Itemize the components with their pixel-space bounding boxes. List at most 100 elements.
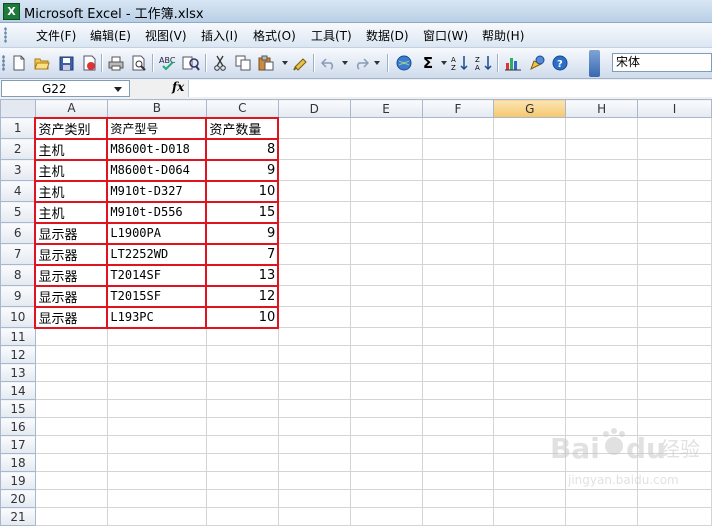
drawing-icon[interactable] [528, 54, 546, 72]
cell-h8[interactable] [565, 264, 639, 286]
cell-c17[interactable] [205, 435, 279, 454]
cell-g11[interactable] [493, 327, 567, 346]
cell-c2[interactable]: 8 [205, 138, 280, 161]
cell-f5[interactable] [421, 201, 495, 223]
cell-d15[interactable] [277, 399, 351, 418]
cell-a8[interactable]: 显示器 [34, 264, 109, 287]
cell-f21[interactable] [421, 507, 495, 526]
cell-h18[interactable] [565, 453, 639, 472]
cell-i6[interactable] [637, 222, 712, 244]
cell-g18[interactable] [493, 453, 567, 472]
cell-c8[interactable]: 13 [205, 264, 280, 287]
cell-d8[interactable] [277, 264, 351, 286]
cell-a3[interactable]: 主机 [34, 159, 109, 182]
cell-d6[interactable] [277, 222, 351, 244]
cell-i16[interactable] [637, 417, 712, 436]
cell-g17[interactable] [493, 435, 567, 454]
name-box-dropdown-icon[interactable] [114, 87, 122, 92]
cell-g4[interactable] [493, 180, 567, 202]
cell-b9[interactable]: T2015SF [106, 285, 208, 308]
cell-a19[interactable] [34, 471, 108, 490]
cell-h4[interactable] [565, 180, 639, 202]
cell-i12[interactable] [637, 345, 712, 364]
cell-g14[interactable] [493, 381, 567, 400]
sort-ascending-icon[interactable]: AZ [451, 54, 469, 72]
cell-h15[interactable] [565, 399, 639, 418]
cell-e21[interactable] [349, 507, 423, 526]
cell-c6[interactable]: 9 [205, 222, 280, 245]
cell-h6[interactable] [565, 222, 639, 244]
cell-c7[interactable]: 7 [205, 243, 280, 266]
cell-a14[interactable] [34, 381, 108, 400]
row-header[interactable]: 7 [0, 243, 36, 265]
menu-file[interactable]: 文件(F) [36, 27, 76, 44]
cell-h10[interactable] [565, 306, 639, 328]
cell-b17[interactable] [106, 435, 207, 454]
print-icon[interactable] [107, 54, 125, 72]
cell-d19[interactable] [277, 471, 351, 490]
cell-f3[interactable] [421, 159, 495, 181]
cell-h1[interactable] [565, 117, 639, 139]
paste-icon[interactable] [257, 54, 275, 72]
select-all-corner[interactable] [0, 99, 36, 118]
cell-a7[interactable]: 显示器 [34, 243, 109, 266]
cell-g1[interactable] [493, 117, 567, 139]
cell-c5[interactable]: 15 [205, 201, 280, 224]
cell-f11[interactable] [421, 327, 495, 346]
cell-f2[interactable] [421, 138, 495, 160]
cell-i8[interactable] [637, 264, 712, 286]
cell-i3[interactable] [637, 159, 712, 181]
cell-g13[interactable] [493, 363, 567, 382]
format-painter-icon[interactable] [291, 54, 309, 72]
row-header[interactable]: 4 [0, 180, 36, 202]
new-icon[interactable] [10, 54, 28, 72]
cell-f15[interactable] [421, 399, 495, 418]
cell-c1[interactable]: 资产数量 [205, 116, 280, 140]
cell-d9[interactable] [277, 285, 351, 307]
cell-g16[interactable] [493, 417, 567, 436]
cell-a11[interactable] [34, 327, 108, 346]
permission-icon[interactable] [80, 54, 98, 72]
cell-g2[interactable] [493, 138, 567, 160]
open-icon[interactable] [33, 54, 51, 72]
cell-i5[interactable] [637, 201, 712, 223]
column-header-d[interactable]: D [277, 99, 351, 118]
undo-dropdown-icon[interactable] [342, 61, 348, 65]
cell-g9[interactable] [493, 285, 567, 307]
cell-i18[interactable] [637, 453, 712, 472]
save-icon[interactable] [57, 54, 75, 72]
cell-e4[interactable] [349, 180, 423, 202]
cell-b21[interactable] [106, 507, 207, 526]
row-header[interactable]: 5 [0, 201, 36, 223]
cell-g15[interactable] [493, 399, 567, 418]
spelling-icon[interactable]: ABC [159, 54, 177, 72]
row-header[interactable]: 6 [0, 222, 36, 244]
row-header[interactable]: 13 [0, 363, 36, 382]
menu-view[interactable]: 视图(V) [145, 27, 187, 44]
cell-d17[interactable] [277, 435, 351, 454]
cell-e6[interactable] [349, 222, 423, 244]
format-toolbar-grip-icon[interactable] [2, 55, 5, 71]
cell-b10[interactable]: L193PC [106, 306, 208, 329]
cell-b6[interactable]: L1900PA [106, 222, 208, 245]
cell-c4[interactable]: 10 [205, 180, 280, 203]
row-header[interactable]: 8 [0, 264, 36, 286]
autosum-dropdown-icon[interactable] [441, 61, 447, 65]
cell-a5[interactable]: 主机 [34, 201, 109, 224]
cell-b1[interactable]: 资产型号 [106, 116, 208, 140]
cell-i17[interactable] [637, 435, 712, 454]
formula-input[interactable] [188, 80, 712, 97]
cell-h19[interactable] [565, 471, 639, 490]
cell-b2[interactable]: M8600t-D018 [106, 138, 208, 161]
cell-i7[interactable] [637, 243, 712, 265]
row-header[interactable]: 2 [0, 138, 36, 160]
cell-i10[interactable] [637, 306, 712, 328]
row-header[interactable]: 1 [0, 117, 36, 139]
menu-insert[interactable]: 插入(I) [201, 27, 238, 44]
column-header-a[interactable]: A [34, 99, 108, 118]
cell-a9[interactable]: 显示器 [34, 285, 109, 308]
toolbar-options-chevron-icon[interactable] [589, 50, 600, 77]
cell-c3[interactable]: 9 [205, 159, 280, 182]
menu-edit[interactable]: 编辑(E) [90, 27, 131, 44]
cell-b16[interactable] [106, 417, 207, 436]
